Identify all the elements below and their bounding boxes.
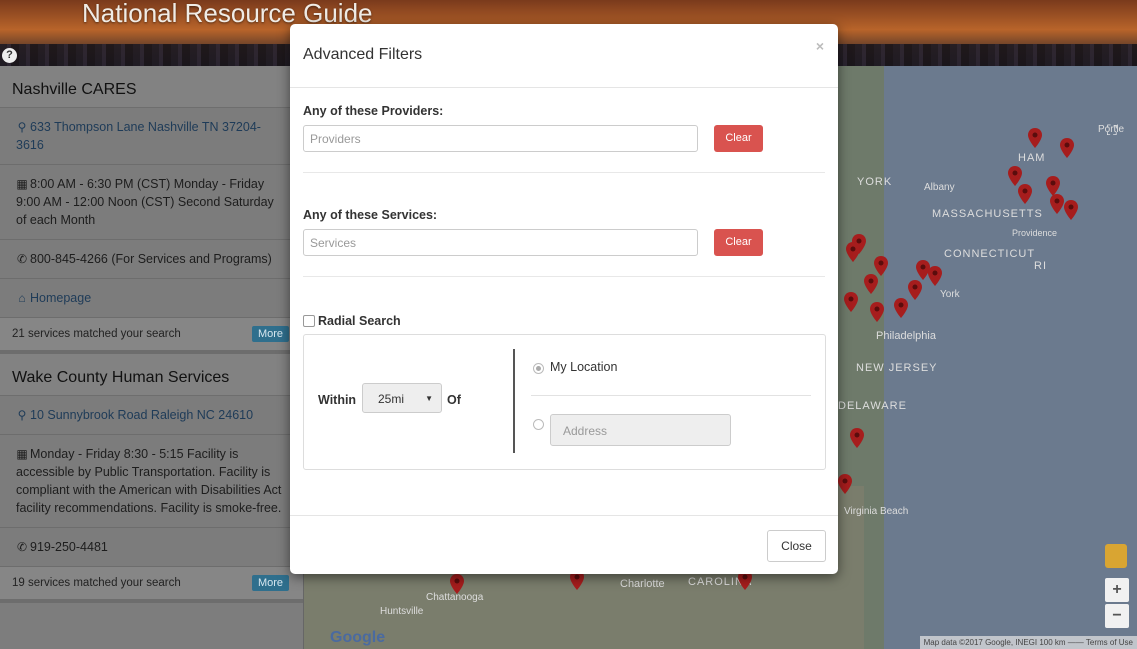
modal-title: Advanced Filters: [303, 46, 423, 63]
zoom-out-button[interactable]: −: [1105, 604, 1129, 628]
more-button[interactable]: More: [251, 326, 289, 342]
providers-input[interactable]: Providers: [303, 125, 698, 152]
map-label: DELAWARE: [838, 400, 907, 412]
result-title: Wake County Human Services: [0, 354, 303, 396]
radial-search-panel: Within 25mi ▼ Of My Location Address: [303, 334, 826, 470]
map-pin[interactable]: [1050, 194, 1064, 214]
within-label: Within: [318, 393, 357, 407]
modal-footer: Close: [290, 515, 838, 574]
my-location-radio[interactable]: [533, 363, 544, 374]
divider: [303, 172, 825, 173]
address-input[interactable]: Address: [550, 414, 731, 446]
results-panel: Nashville CARES ⚲ 633 Thompson Lane Nashv…: [0, 66, 304, 649]
address-radio[interactable]: [533, 419, 544, 430]
of-label: Of: [447, 393, 461, 407]
map-attribution[interactable]: Map data ©2017 Google, INEGI 100 km —— T…: [919, 636, 1137, 649]
divider: [303, 276, 825, 277]
map-label: RI: [1034, 260, 1047, 272]
map-label: Virginia Beach: [844, 506, 909, 517]
map-pin[interactable]: [838, 474, 852, 494]
clear-services-button[interactable]: Clear: [714, 229, 763, 256]
distance-select[interactable]: 25mi ▼: [362, 383, 442, 413]
map-pin[interactable]: [908, 280, 922, 300]
clear-providers-button[interactable]: Clear: [714, 125, 763, 152]
map-pin[interactable]: [1064, 200, 1078, 220]
calendar-icon: ▦: [16, 177, 28, 191]
map-marker-icon: ⚲: [17, 120, 27, 134]
vertical-divider: [513, 349, 515, 453]
map-pin[interactable]: [1018, 184, 1032, 204]
divider: [531, 395, 811, 396]
google-logo: Google: [330, 629, 386, 646]
result-address[interactable]: ⚲ 10 Sunnybrook Road Raleigh NC 24610: [0, 396, 303, 435]
providers-label: Any of these Providers:: [303, 104, 444, 118]
map-label: Providence: [1012, 228, 1058, 238]
help-icon[interactable]: ?: [2, 48, 17, 63]
map-label: MASSACHUSETTS: [932, 208, 1043, 220]
result-phone: ✆ 800-845-4266 (For Services and Programs…: [0, 240, 303, 279]
map-pin[interactable]: [1008, 166, 1022, 186]
result-homepage-link[interactable]: ⌂ Homepage: [0, 279, 303, 318]
result-card: Nashville CARES ⚲ 633 Thompson Lane Nashv…: [0, 66, 303, 354]
map-label: York: [940, 289, 960, 300]
map-label: NEW JERSEY: [856, 362, 938, 374]
phone-icon: ✆: [16, 252, 28, 266]
close-button[interactable]: Close: [767, 530, 826, 562]
fullscreen-icon[interactable]: ⛶: [1107, 122, 1125, 140]
map-pin[interactable]: [870, 302, 884, 322]
home-icon: ⌂: [18, 291, 26, 305]
map-label: YORK: [857, 176, 893, 188]
more-button[interactable]: More: [251, 575, 289, 591]
advanced-filters-modal: Advanced Filters × Any of these Provider…: [290, 24, 838, 574]
map-label: CONNECTICUT: [944, 248, 1036, 260]
map-pin[interactable]: [850, 428, 864, 448]
match-count: 19 services matched your search: [12, 577, 181, 589]
phone-icon: ✆: [16, 540, 28, 554]
result-title: Nashville CARES: [0, 66, 303, 108]
result-hours: ▦ Monday - Friday 8:30 - 5:15 Facility is…: [0, 435, 303, 528]
map-pin[interactable]: [844, 292, 858, 312]
map-pin[interactable]: [846, 242, 860, 262]
map-pin[interactable]: [874, 256, 888, 276]
result-footer: 21 services matched your search More: [0, 318, 303, 354]
result-card: Wake County Human Services ⚲ 10 Sunnybroo…: [0, 354, 303, 603]
map-label: Charlotte: [620, 578, 665, 590]
result-address[interactable]: ⚲ 633 Thompson Lane Nashville TN 37204-36…: [0, 108, 303, 165]
result-footer: 19 services matched your search More: [0, 567, 303, 603]
map-pin[interactable]: [1046, 176, 1060, 196]
services-label: Any of these Services:: [303, 208, 438, 222]
modal-header: Advanced Filters ×: [290, 24, 838, 88]
services-input[interactable]: Services: [303, 229, 698, 256]
close-icon[interactable]: ×: [816, 38, 824, 54]
match-count: 21 services matched your search: [12, 328, 181, 340]
my-location-label: My Location: [550, 360, 618, 374]
ocean-area: [884, 66, 1137, 649]
map-pin[interactable]: [1028, 128, 1042, 148]
street-view-pegman-icon[interactable]: [1105, 544, 1127, 568]
map-pin[interactable]: [864, 274, 878, 294]
map-label: Huntsville: [380, 606, 424, 617]
radial-search-checkbox[interactable]: [303, 315, 315, 327]
zoom-in-button[interactable]: +: [1105, 578, 1129, 602]
result-hours: ▦ 8:00 AM - 6:30 PM (CST) Monday - Friday…: [0, 165, 303, 240]
caret-down-icon: ▼: [425, 394, 433, 403]
map-pin[interactable]: [894, 298, 908, 318]
radial-search-label: Radial Search: [318, 314, 401, 328]
map-pin[interactable]: [1060, 138, 1074, 158]
map-pin[interactable]: [450, 574, 464, 594]
calendar-icon: ▦: [16, 447, 28, 461]
map-label: Albany: [924, 182, 955, 193]
map-label: Philadelphia: [876, 330, 936, 342]
result-phone: ✆ 919-250-4481: [0, 528, 303, 567]
map-label: HAM: [1018, 152, 1046, 164]
map-marker-icon: ⚲: [17, 408, 27, 422]
map-pin[interactable]: [928, 266, 942, 286]
